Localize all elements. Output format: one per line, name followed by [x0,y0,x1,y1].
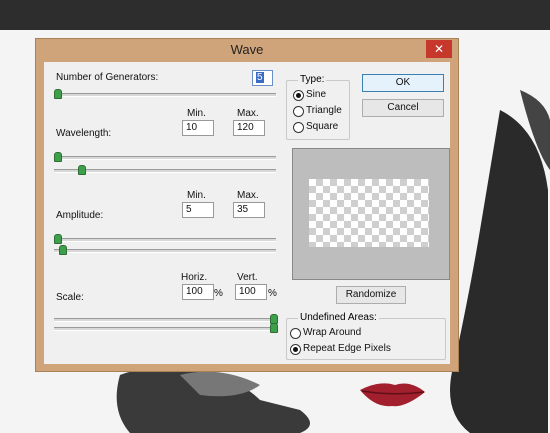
generators-slider-thumb[interactable] [54,89,62,99]
app-top-bar [0,0,550,30]
type-square-label[interactable]: Square [306,121,338,132]
scale-horiz-slider[interactable] [54,318,276,322]
scale-vert-field[interactable]: 100 [235,284,267,300]
scale-vert-unit: % [268,288,277,299]
dialog-title: Wave [230,42,264,57]
ok-button[interactable]: OK [362,74,444,92]
randomize-button[interactable]: Randomize [336,286,406,304]
amplitude-max-header: Max. [237,190,259,201]
wavelength-label: Wavelength: [56,128,112,139]
wavelength-max-thumb[interactable] [78,165,86,175]
type-triangle-radio[interactable] [293,106,304,117]
scale-horiz-unit: % [214,288,223,299]
wavelength-min-header: Min. [187,108,206,119]
type-sine-label[interactable]: Sine [306,89,326,100]
scale-vert-thumb[interactable] [270,323,278,333]
wavelength-max-field[interactable]: 120 [233,120,265,136]
repeat-edge-pixels-radio[interactable] [290,344,301,355]
generators-label: Number of Generators: [56,72,159,83]
amplitude-max-slider[interactable] [54,249,276,253]
amplitude-min-slider[interactable] [54,238,276,242]
wavelength-max-header: Max. [237,108,259,119]
amplitude-max-thumb[interactable] [59,245,67,255]
dialog-body: Number of Generators: 5 Min. Max. Wavele… [44,62,450,364]
amplitude-max-field[interactable]: 35 [233,202,265,218]
close-button[interactable]: ✕ [426,40,452,58]
generators-field[interactable]: 5 [252,70,273,86]
type-square-radio[interactable] [293,122,304,133]
wavelength-min-thumb[interactable] [54,152,62,162]
wavelength-max-slider[interactable] [54,169,276,173]
amplitude-min-header: Min. [187,190,206,201]
generators-slider[interactable] [54,93,276,97]
type-triangle-label[interactable]: Triangle [306,105,342,116]
scale-label: Scale: [56,292,84,303]
wavelength-min-field[interactable]: 10 [182,120,214,136]
amplitude-min-thumb[interactable] [54,234,62,244]
cancel-button[interactable]: Cancel [362,99,444,117]
undefined-areas-label: Undefined Areas: [298,312,379,323]
scale-vert-header: Vert. [237,272,258,283]
title-bar[interactable]: Wave ✕ [36,39,458,61]
type-label: Type: [298,74,327,85]
scale-vert-slider[interactable] [54,327,276,331]
wrap-around-label[interactable]: Wrap Around [303,327,361,338]
amplitude-min-field[interactable]: 5 [182,202,214,218]
wavelength-min-slider[interactable] [54,156,276,160]
type-sine-radio[interactable] [293,90,304,101]
wave-dialog: Wave ✕ Number of Generators: 5 Min. Max.… [35,38,459,372]
preview-pane [292,148,450,280]
repeat-edge-pixels-label[interactable]: Repeat Edge Pixels [303,343,391,354]
scale-horiz-header: Horiz. [181,272,208,283]
close-icon: ✕ [433,42,445,56]
wrap-around-radio[interactable] [290,328,301,339]
amplitude-label: Amplitude: [56,210,104,221]
scale-horiz-field[interactable]: 100 [182,284,214,300]
preview-transparency-grid [309,179,429,247]
